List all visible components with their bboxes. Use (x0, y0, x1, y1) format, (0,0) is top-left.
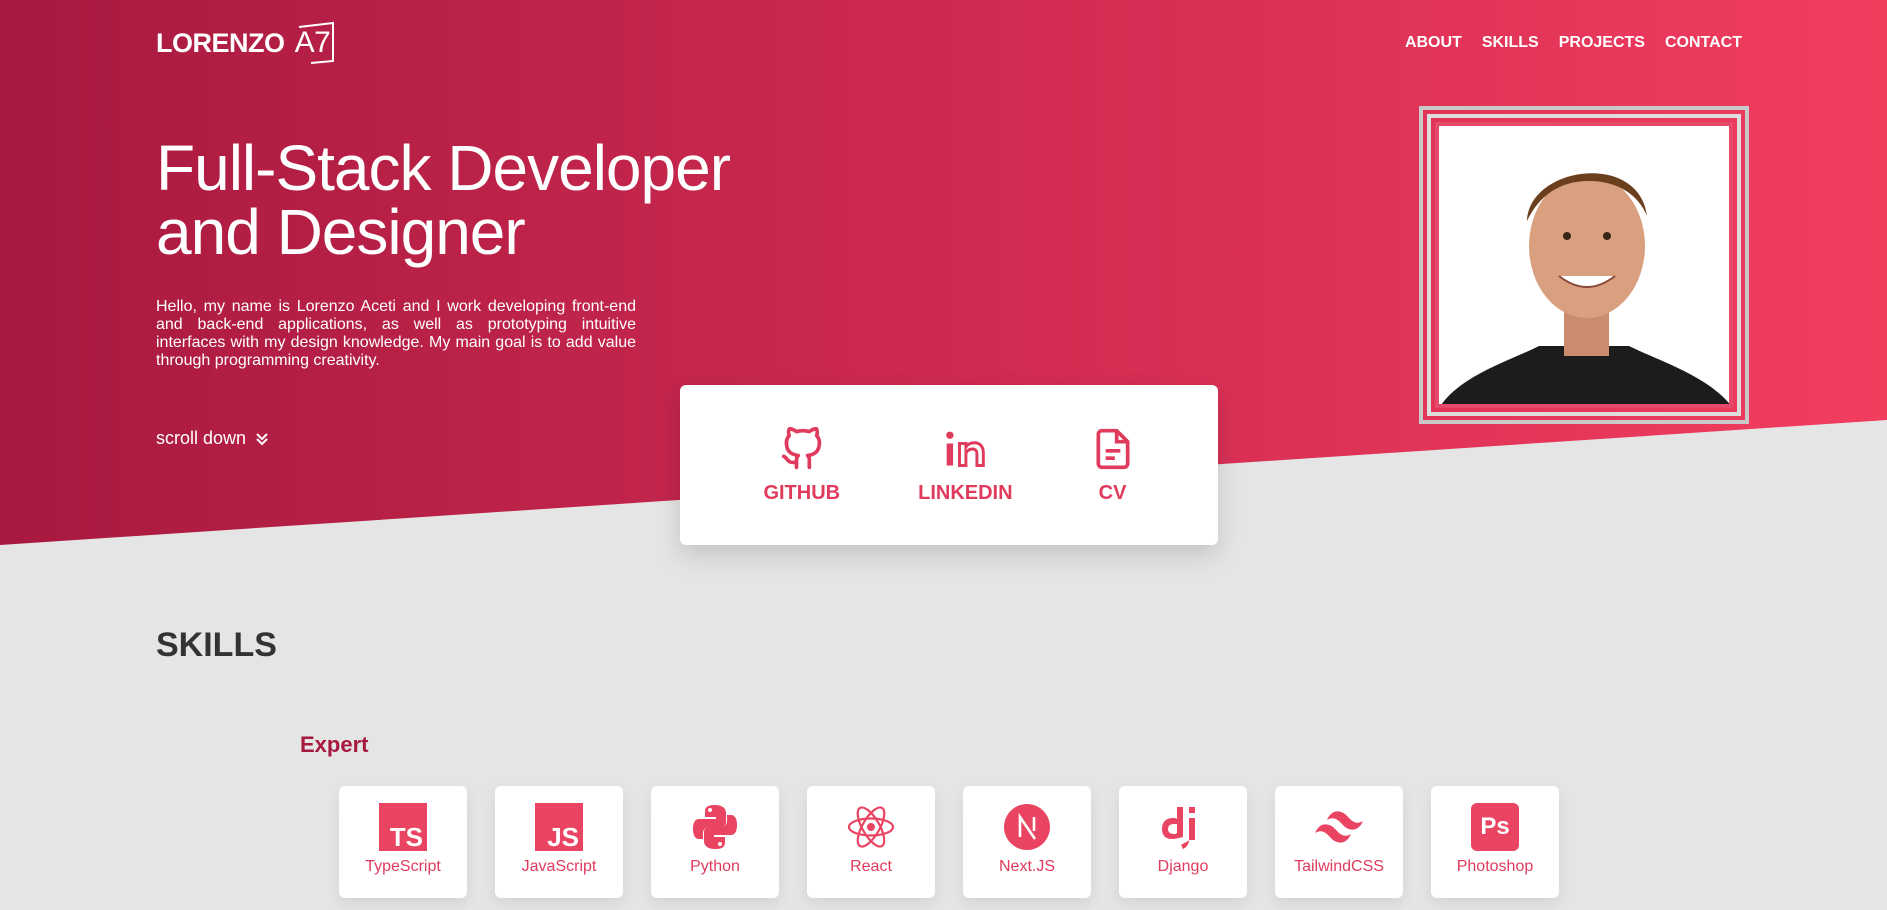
github-link[interactable]: GITHUB (763, 426, 840, 505)
skill-card-photoshop[interactable]: Ps Photoshop (1431, 786, 1559, 898)
skill-card-python[interactable]: Python (651, 786, 779, 898)
navbar: LORENZO A7 ABOUT SKILLS PROJECTS CONTACT (156, 18, 1742, 68)
logo[interactable]: LORENZO A7 (156, 21, 337, 65)
skill-label: TypeScript (365, 858, 441, 875)
linkedin-icon (946, 431, 986, 467)
nav-projects[interactable]: PROJECTS (1559, 34, 1645, 52)
skill-card-typescript[interactable]: TS TypeScript (339, 786, 467, 898)
profile-photo-frame (1419, 106, 1749, 424)
typescript-icon: TS (378, 802, 428, 852)
javascript-icon: JS (534, 802, 584, 852)
hero-description: Hello, my name is Lorenzo Aceti and I wo… (156, 298, 636, 369)
skill-card-nextjs[interactable]: Next.JS (963, 786, 1091, 898)
skill-label: JavaScript (521, 858, 597, 875)
expert-subtitle: Expert (300, 732, 369, 757)
django-icon (1158, 802, 1208, 852)
cv-link[interactable]: CV (1091, 426, 1135, 505)
hero-title: Full-Stack Developer and Designer (156, 136, 776, 264)
skill-label: TailwindCSS (1294, 858, 1384, 875)
nav-about[interactable]: ABOUT (1405, 34, 1462, 52)
tailwind-icon (1314, 802, 1364, 852)
logo-text: LORENZO (156, 27, 285, 58)
skill-card-react[interactable]: React (807, 786, 935, 898)
linkedin-link[interactable]: LINKEDIN (918, 426, 1013, 505)
skills-section-title: SKILLS (156, 626, 277, 664)
github-icon (781, 426, 822, 469)
nextjs-icon (1002, 802, 1052, 852)
python-icon (690, 802, 740, 852)
scroll-down-link[interactable]: scroll down (156, 428, 270, 449)
hero-title-line1: Full-Stack Developer (156, 132, 731, 204)
skill-card-django[interactable]: Django (1119, 786, 1247, 898)
github-label: GITHUB (763, 481, 841, 504)
skill-label: Next.JS (998, 858, 1055, 875)
double-chevron-down-icon (256, 432, 268, 445)
scroll-down-label: scroll down (156, 428, 247, 448)
nav-skills[interactable]: SKILLS (1482, 34, 1539, 52)
cv-label: CV (1098, 481, 1127, 504)
skill-label: Python (690, 858, 740, 875)
logo-mark: A7 (289, 21, 337, 65)
nav-contact[interactable]: CONTACT (1665, 34, 1742, 52)
social-links-card: GITHUB LINKEDIN CV (680, 385, 1218, 545)
linkedin-label: LINKEDIN (918, 481, 1013, 504)
person-portrait-icon (1441, 173, 1729, 404)
hero-title-line2: and Designer (156, 196, 526, 268)
profile-photo (1435, 122, 1733, 408)
photo-frame-inner (1427, 114, 1741, 416)
logo-frame-icon (298, 21, 334, 64)
skill-label: React (850, 858, 892, 875)
skill-label: Django (1157, 858, 1209, 875)
skill-label: Photoshop (1456, 858, 1534, 875)
skill-card-tailwind[interactable]: TailwindCSS (1275, 786, 1403, 898)
skill-card-javascript[interactable]: JS JavaScript (495, 786, 623, 898)
react-icon (846, 802, 896, 852)
nav-links: ABOUT SKILLS PROJECTS CONTACT (1405, 34, 1742, 52)
document-icon (1096, 428, 1130, 469)
skills-expert-list: TS TypeScript JS JavaScript Python React (339, 786, 1559, 898)
photoshop-icon: Ps (1470, 802, 1520, 852)
